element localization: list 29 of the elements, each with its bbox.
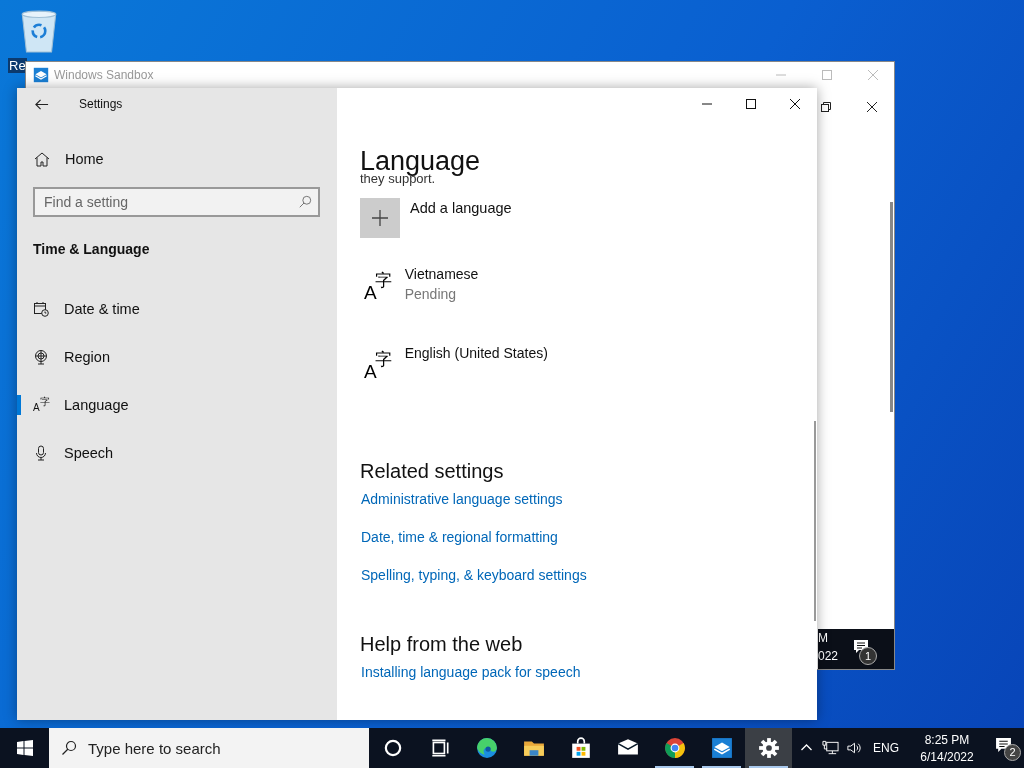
language-name: Vietnamese	[404, 266, 479, 282]
language-icon: A字	[33, 397, 49, 413]
sidebar-item[interactable]: Date & time	[17, 299, 157, 319]
sidebar-item[interactable]: A字 Language	[17, 395, 157, 415]
notification-count: 1	[859, 647, 877, 665]
settings-link[interactable]: Date, time & regional formatting	[361, 529, 558, 545]
add-language-button[interactable]: Add a language	[360, 198, 512, 238]
notification-count: 2	[1004, 744, 1021, 761]
input-language[interactable]: ENG	[873, 741, 899, 755]
home-link[interactable]: Home	[34, 151, 104, 167]
help-link[interactable]: Installing language pack for speech	[361, 664, 581, 680]
search-field[interactable]: Find a setting	[33, 187, 320, 217]
section-heading: Time & Language	[33, 241, 151, 257]
settings-link[interactable]: Spelling, typing, & keyboard settings	[361, 567, 587, 583]
section-heading: Help from the web	[360, 633, 523, 656]
desktop-icon-label[interactable]: Re	[8, 58, 27, 73]
page-heading: Language	[360, 145, 481, 176]
clock-time: M	[818, 631, 828, 645]
clock-date: 022	[818, 649, 839, 663]
window-title: Settings	[79, 97, 123, 111]
section-heading: Related settings	[360, 460, 504, 483]
window-title: Windows Sandbox	[54, 68, 154, 82]
sidebar-item[interactable]: Speech	[17, 443, 157, 463]
taskbar-search-field[interactable]: Type here to search	[49, 728, 369, 768]
language-name: English (United States)	[404, 345, 548, 361]
settings-link[interactable]: Administrative language settings	[361, 491, 563, 507]
language-status: Pending	[404, 286, 458, 302]
sidebar-item[interactable]: Region	[17, 347, 157, 367]
clock[interactable]: 8:25 PM 6/14/2022	[912, 732, 982, 764]
